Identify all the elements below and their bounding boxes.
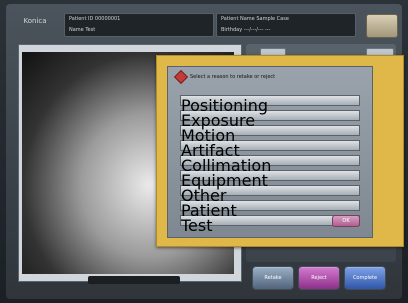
patient-fullname: Patient Name Sample Case bbox=[221, 16, 289, 22]
dialog-title-text: Select a reason to retake or reject bbox=[190, 74, 276, 80]
reason-option-label: Test bbox=[181, 216, 213, 235]
patient-header-left: Patient ID 00000001 Name Test bbox=[64, 13, 214, 37]
image-status-bar bbox=[88, 276, 180, 284]
reason-dialog: Select a reason to retake or reject Posi… bbox=[156, 55, 404, 247]
patient-birthday: Birthday ---/---/--- --- bbox=[221, 27, 271, 33]
retake-button-label: Retake bbox=[264, 275, 282, 281]
reason-option[interactable]: Other bbox=[180, 185, 360, 205]
patient-name: Name Test bbox=[69, 27, 96, 33]
reject-button-label: Reject bbox=[311, 275, 327, 281]
reason-option[interactable]: Collimation bbox=[180, 155, 360, 175]
reason-option[interactable]: Patient bbox=[180, 200, 360, 220]
complete-button[interactable]: Complete bbox=[344, 266, 386, 290]
retake-button[interactable]: Retake bbox=[252, 266, 294, 290]
dialog-ok-button[interactable]: OK bbox=[332, 215, 360, 227]
reason-dialog-body: Select a reason to retake or reject Posi… bbox=[167, 66, 373, 238]
brand-logo: Konica bbox=[23, 17, 47, 25]
warning-icon bbox=[173, 69, 189, 85]
reject-button[interactable]: Reject bbox=[298, 266, 340, 290]
dialog-ok-label: OK bbox=[342, 218, 350, 224]
reason-option[interactable]: Positioning bbox=[180, 95, 360, 115]
patient-id: Patient ID 00000001 bbox=[69, 16, 121, 22]
reason-option[interactable]: Artifact bbox=[180, 140, 360, 160]
patient-header-right: Patient Name Sample Case Birthday ---/--… bbox=[216, 13, 356, 37]
complete-button-label: Complete bbox=[352, 275, 378, 281]
reason-option[interactable]: Motion bbox=[180, 125, 360, 145]
dialog-title: Select a reason to retake or reject bbox=[173, 69, 276, 85]
reason-options: Positioning Exposure Motion Artifact Col… bbox=[180, 95, 360, 235]
top-right-button[interactable] bbox=[366, 14, 398, 38]
reason-option[interactable]: Exposure bbox=[180, 110, 360, 130]
